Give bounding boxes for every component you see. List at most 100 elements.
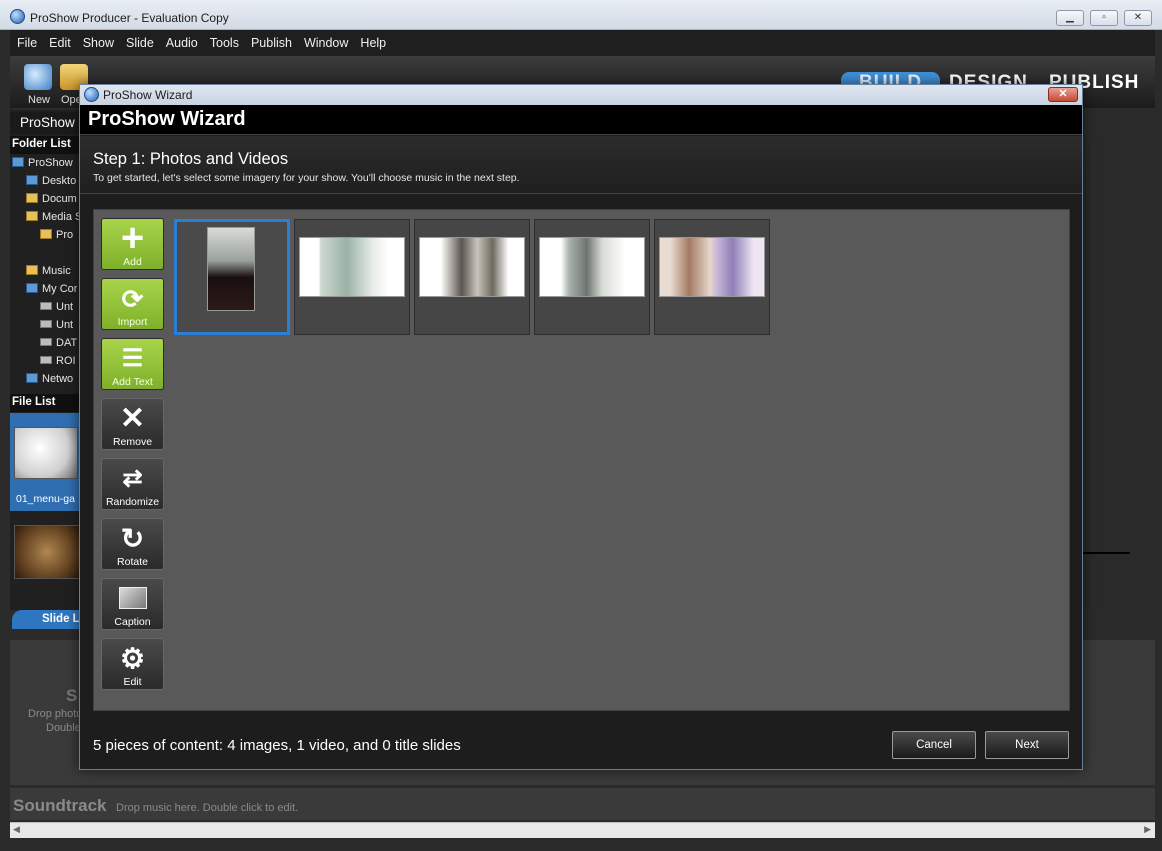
file-thumbnail[interactable]	[14, 525, 80, 579]
caption-button[interactable]: Caption	[101, 578, 164, 630]
wizard-title-bar: ProShow Wizard ✕	[80, 85, 1082, 105]
menu-show[interactable]: Show	[76, 30, 119, 50]
drive-icon	[40, 356, 52, 364]
horizontal-scrollbar[interactable]: ◀ ▶	[10, 822, 1155, 838]
menu-window[interactable]: Window	[297, 30, 353, 50]
folder-item[interactable]: ROI	[40, 355, 76, 367]
slide-hint-line1: Drop photo	[28, 708, 83, 720]
soundtrack-title: Soundtrack	[13, 796, 107, 815]
add-button[interactable]: + Add	[101, 218, 164, 270]
proshow-wizard-dialog: ProShow Wizard ✕ ProShow Wizard Step 1: …	[79, 84, 1083, 770]
content-thumbnail-video[interactable]	[174, 219, 290, 335]
app-title-bar: ProShow Producer - Evaluation Copy ▁ ▫ ✕	[0, 0, 1162, 30]
folder-icon	[26, 211, 38, 221]
folder-item[interactable]: Pro	[40, 229, 73, 241]
soundtrack-area[interactable]: Soundtrack Drop music here. Double click…	[10, 788, 1155, 820]
import-icon: ⟳	[121, 284, 144, 314]
image-preview	[659, 237, 765, 297]
content-thumbnail-image[interactable]	[294, 219, 410, 335]
slide-list-tab[interactable]: Slide L	[12, 610, 80, 629]
scroll-left-icon[interactable]: ◀	[13, 824, 20, 835]
new-show-icon[interactable]	[24, 64, 52, 90]
next-button[interactable]: Next	[985, 731, 1069, 759]
file-name: 01_menu-ga	[16, 493, 75, 505]
video-preview	[207, 227, 255, 311]
folder-item[interactable]: Unt	[40, 319, 73, 331]
drive-icon	[40, 320, 52, 328]
wizard-header: ProShow Wizard	[80, 105, 1082, 135]
show-name: ProShow	[10, 112, 80, 134]
folder-item[interactable]: Music	[26, 265, 71, 277]
menu-help[interactable]: Help	[353, 30, 391, 50]
rotate-button[interactable]: ↻ Rotate	[101, 518, 164, 570]
folder-item[interactable]: DAT	[40, 337, 77, 349]
folder-item[interactable]: Docum	[26, 193, 77, 205]
content-area[interactable]: + Add ⟳ Import ☰ Add Text ✕ Remove ⇄ Ran…	[93, 209, 1070, 711]
drive-icon	[40, 302, 52, 310]
folder-icon	[26, 193, 38, 203]
drive-icon	[40, 338, 52, 346]
proshow-folder-icon	[12, 157, 24, 167]
slide-hint-title: S	[66, 686, 78, 705]
import-button[interactable]: ⟳ Import	[101, 278, 164, 330]
menu-slide[interactable]: Slide	[119, 30, 159, 50]
step-subtitle: To get started, let's select some imager…	[93, 172, 520, 184]
computer-icon	[26, 283, 38, 293]
cancel-button[interactable]: Cancel	[892, 731, 976, 759]
scroll-right-icon[interactable]: ▶	[1144, 824, 1151, 835]
content-thumbnail-image[interactable]	[414, 219, 530, 335]
add-text-icon: ☰	[121, 345, 144, 372]
menu-edit[interactable]: Edit	[42, 30, 76, 50]
image-preview	[419, 237, 525, 297]
folder-list-title: Folder List	[10, 136, 80, 154]
soundtrack-hint: Drop music here. Double click to edit.	[116, 802, 299, 814]
new-label: New	[28, 94, 51, 106]
step-title: Step 1: Photos and Videos	[93, 150, 289, 168]
wizard-close-button[interactable]: ✕	[1048, 87, 1078, 102]
edit-button[interactable]: ⚙ Edit	[101, 638, 164, 690]
proshow-logo-icon	[10, 9, 25, 24]
right-panel	[1082, 138, 1155, 608]
minimize-button[interactable]: ▁	[1056, 10, 1084, 26]
folder-icon	[40, 229, 52, 239]
image-preview	[539, 237, 645, 297]
folder-item[interactable]: Netwo	[26, 373, 73, 385]
wizard-heading: ProShow Wizard	[88, 108, 246, 130]
menu-file[interactable]: File	[10, 30, 42, 50]
close-button[interactable]: ✕	[1124, 10, 1152, 26]
content-summary: 5 pieces of content: 4 images, 1 video, …	[93, 737, 461, 754]
rotate-icon: ↻	[120, 523, 145, 554]
menu-bar: File Edit Show Slide Audio Tools Publish Window…	[10, 30, 1155, 56]
content-thumbnail-image[interactable]	[534, 219, 650, 335]
menu-publish[interactable]: Publish	[244, 30, 297, 50]
file-list-title: File List	[10, 394, 80, 412]
menu-audio[interactable]: Audio	[159, 30, 203, 50]
add-text-button[interactable]: ☰ Add Text	[101, 338, 164, 390]
file-item-selected[interactable]: 01_menu-ga	[10, 413, 80, 511]
wizard-step-header: Step 1: Photos and Videos To get started…	[80, 136, 1082, 194]
folder-item[interactable]: Deskto	[26, 175, 76, 187]
content-thumbnail-image[interactable]	[654, 219, 770, 335]
caption-icon	[119, 587, 147, 609]
randomize-button[interactable]: ⇄ Randomize	[101, 458, 164, 510]
shuffle-icon: ⇄	[122, 465, 143, 492]
remove-button[interactable]: ✕ Remove	[101, 398, 164, 450]
desktop-icon	[26, 175, 38, 185]
remove-icon: ✕	[119, 402, 146, 435]
app-title: ProShow Producer - Evaluation Copy	[30, 11, 229, 25]
plus-icon: +	[120, 216, 145, 260]
wizard-footer: 5 pieces of content: 4 images, 1 video, …	[80, 723, 1082, 769]
network-icon	[26, 373, 38, 383]
menu-tools[interactable]: Tools	[203, 30, 244, 50]
file-thumbnail	[14, 427, 78, 479]
divider	[1082, 552, 1130, 554]
proshow-logo-icon	[84, 87, 99, 102]
folder-item[interactable]: My Cor	[26, 283, 77, 295]
gear-icon: ⚙	[119, 643, 146, 674]
maximize-button[interactable]: ▫	[1090, 10, 1118, 26]
folder-item[interactable]: ProShow	[12, 157, 73, 169]
folder-item[interactable]: Media S	[26, 211, 82, 223]
folder-item[interactable]: Unt	[40, 301, 73, 313]
wizard-window-title: ProShow Wizard	[103, 88, 193, 102]
folder-icon	[26, 265, 38, 275]
